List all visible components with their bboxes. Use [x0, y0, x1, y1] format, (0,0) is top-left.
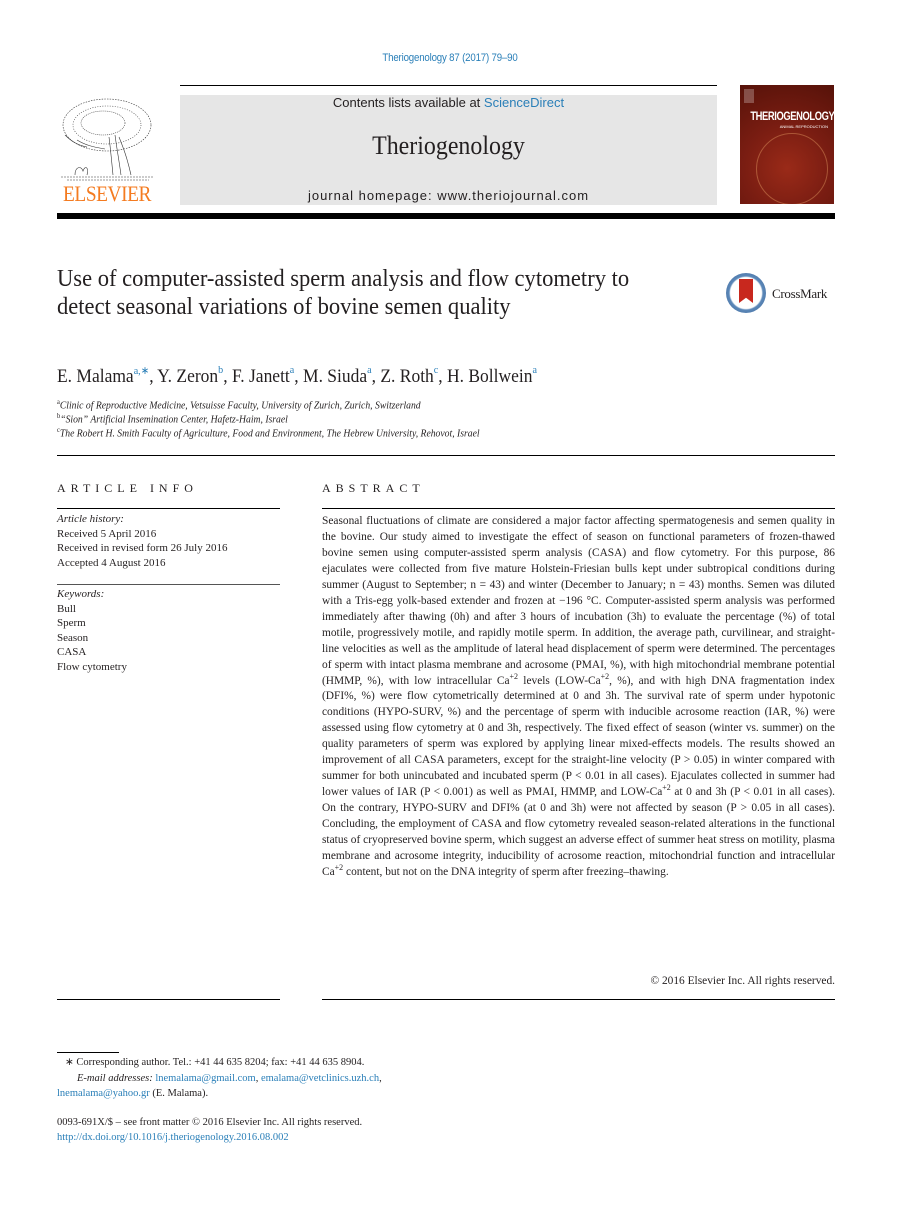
author[interactable]: F. Janetta: [232, 364, 294, 387]
email-owner: (E. Malama).: [149, 1088, 209, 1099]
keyword: Sperm: [57, 617, 86, 629]
section-rule: [57, 455, 835, 456]
author[interactable]: H. Bollweina: [447, 364, 537, 387]
cover-title: THERIOGENOLOGY: [750, 109, 834, 123]
journal-citation[interactable]: Theriogenology 87 (2017) 79–90: [54, 52, 846, 64]
divider: [57, 584, 280, 585]
journal-cover-image[interactable]: THERIOGENOLOGY ANIMAL REPRODUCTION: [740, 85, 834, 204]
crossmark-label: CrossMark: [772, 286, 828, 301]
footnote-rule: [57, 1052, 119, 1053]
doi-link[interactable]: http://dx.doi.org/10.1016/j.theriogenolo…: [57, 1130, 477, 1145]
article-info-heading: ARTICLE INFO: [57, 481, 198, 495]
article-history: Article history: Received 5 April 2016 R…: [57, 512, 280, 570]
author[interactable]: Z. Rothc: [380, 364, 438, 387]
keywords-label: Keywords:: [57, 588, 105, 600]
abstract-heading: ABSTRACT: [322, 481, 425, 495]
corresponding-author-footnote: ∗ Corresponding author. Tel.: +41 44 635…: [57, 1055, 437, 1102]
cover-publisher-badge: [744, 89, 754, 103]
cover-subtitle: ANIMAL REPRODUCTION: [779, 124, 828, 129]
keyword: CASA: [57, 646, 87, 658]
journal-banner: Contents lists available at ScienceDirec…: [180, 95, 717, 205]
elsevier-wordmark: ELSEVIER: [63, 181, 151, 206]
keyword: Flow cytometry: [57, 660, 127, 673]
email-addresses: E-mail addresses: lnemalama@gmail.com, e…: [57, 1072, 382, 1100]
affiliation: aClinic of Reproductive Medicine, Vetsui…: [57, 398, 421, 412]
history-label: Article history:: [57, 513, 124, 525]
author-list: E. Malamaa,∗, Y. Zeronb, F. Janetta, M. …: [57, 364, 537, 387]
article-title: Use of computer-assisted sperm analysis …: [57, 266, 630, 320]
author[interactable]: M. Siudaa: [303, 364, 372, 387]
author[interactable]: E. Malamaa,∗: [57, 365, 149, 387]
keyword: Season: [57, 631, 89, 644]
issn-block: 0093-691X/$ – see front matter © 2016 El…: [57, 1115, 477, 1145]
journal-name: Theriogenology: [372, 131, 525, 160]
email-link[interactable]: lnemalama@gmail.com: [155, 1073, 255, 1084]
revised-date: Received in revised form 26 July 2016: [57, 542, 228, 554]
affiliation: cThe Robert H. Smith Faculty of Agricult…: [57, 426, 480, 440]
corresponding-author: ∗ Corresponding author. Tel.: +41 44 635…: [65, 1057, 365, 1068]
divider: [322, 508, 835, 509]
elsevier-logo[interactable]: ELSEVIER: [57, 95, 157, 207]
author[interactable]: Y. Zeronb: [157, 364, 223, 387]
divider: [57, 508, 280, 509]
copyright-notice: © 2016 Elsevier Inc. All rights reserved…: [650, 975, 835, 987]
accepted-date: Accepted 4 August 2016: [57, 556, 166, 569]
header-rule: [180, 85, 717, 86]
tree-icon: [61, 98, 153, 181]
received-date: Received 5 April 2016: [57, 527, 157, 540]
crossmark-button[interactable]: CrossMark: [726, 273, 836, 315]
journal-homepage-link[interactable]: journal homepage: www.theriojournal.com: [180, 188, 717, 203]
email-link[interactable]: lnemalama@yahoo.gr: [57, 1088, 150, 1099]
keywords: Keywords: Bull Sperm Season CASA Flow cy…: [57, 587, 280, 674]
abstract-text: Seasonal fluctuations of climate are con…: [322, 515, 835, 878]
divider: [322, 999, 835, 1000]
cover-oocyte-graphic: [756, 133, 828, 204]
keyword: Bull: [57, 602, 76, 615]
contents-prefix: Contents lists available at: [332, 95, 484, 110]
issn-line: 0093-691X/$ – see front matter © 2016 El…: [57, 1117, 363, 1128]
affiliation: b“Sion” Artificial Insemination Center, …: [57, 412, 288, 426]
header-thick-rule: [57, 213, 835, 219]
divider: [57, 999, 280, 1000]
email-link[interactable]: emalama@vetclinics.uzh.ch: [261, 1073, 379, 1084]
email-label: E-mail addresses:: [77, 1072, 153, 1084]
sciencedirect-link[interactable]: ScienceDirect: [484, 95, 564, 110]
contents-line: Contents lists available at ScienceDirec…: [180, 95, 717, 110]
